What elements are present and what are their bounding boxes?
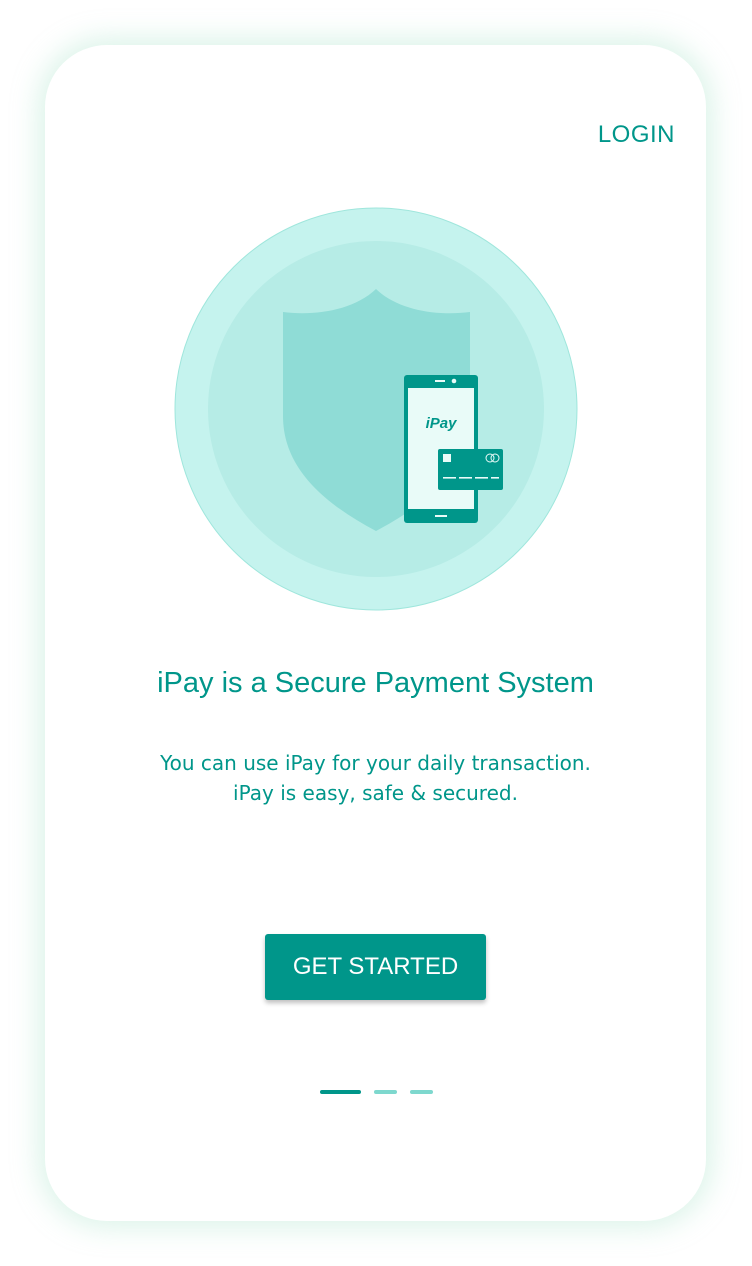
- page-description: You can use iPay for your daily transact…: [160, 751, 591, 805]
- get-started-button[interactable]: GET STARTED: [265, 934, 486, 1000]
- page-indicator: [320, 1090, 433, 1094]
- page-dot-3[interactable]: [410, 1090, 433, 1094]
- security-illustration: iPay: [174, 207, 578, 611]
- page-dot-1[interactable]: [320, 1090, 361, 1094]
- ipay-logo: iPay: [426, 415, 458, 432]
- login-link[interactable]: LOGIN: [598, 121, 675, 149]
- credit-card-icon: [438, 449, 503, 490]
- page-title: iPay is a Secure Payment System: [157, 667, 594, 699]
- page-dot-2[interactable]: [374, 1090, 397, 1094]
- screen: LOGIN iPay iPay is a Secure Payment Syst…: [0, 0, 752, 1266]
- onboarding-card: LOGIN iPay iPay is a Secure Payment Syst…: [45, 45, 706, 1221]
